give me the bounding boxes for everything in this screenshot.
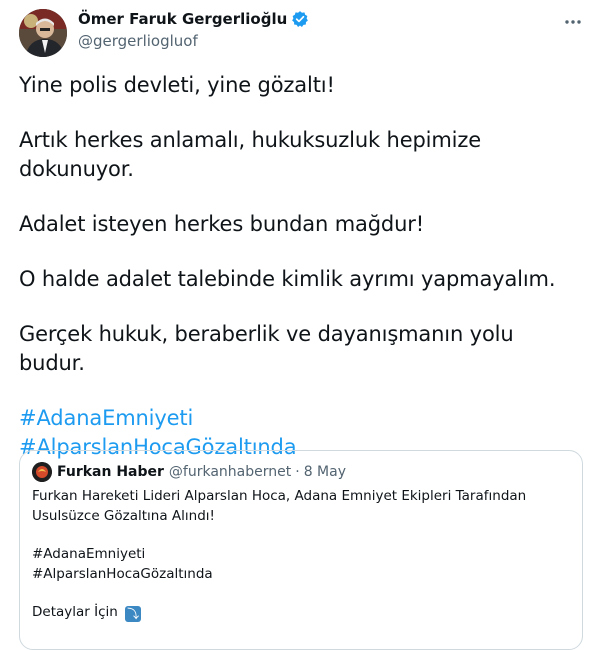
- quoted-author-avatar: [32, 462, 52, 482]
- separator-dot: ·: [295, 464, 300, 480]
- tweet-line: O halde adalet talebinde kimlik ayrımı y…: [19, 267, 556, 291]
- quoted-hashtag: #AdanaEmniyeti: [32, 546, 146, 562]
- author-name-text[interactable]: Ömer Faruk Gergerlioğlu: [78, 9, 287, 29]
- quoted-tweet-text: Furkan Hareketi Lideri Alparslan Hoca, A…: [32, 486, 562, 622]
- quoted-tweet-header: Furkan Haber @furkanhabernet · 8 May: [32, 462, 346, 482]
- author-avatar[interactable]: [19, 9, 67, 57]
- author-name[interactable]: Ömer Faruk Gergerlioğlu: [78, 9, 309, 29]
- tweet-line: Gerçek hukuk, beraberlik ve dayanışmanın…: [19, 322, 514, 375]
- hashtag-link[interactable]: #AdanaEmniyeti: [19, 404, 579, 433]
- quoted-text: Furkan Hareketi Lideri Alparslan Hoca, A…: [32, 488, 527, 524]
- more-options-icon[interactable]: [562, 11, 584, 33]
- tweet-line: Adalet isteyen herkes bundan mağdur!: [19, 212, 425, 236]
- quoted-author-name: Furkan Haber: [57, 464, 164, 480]
- tweet-text: Yine polis devleti, yine gözaltı! Artık …: [19, 71, 579, 462]
- quoted-details-line: Detaylar İçin ⤵: [32, 602, 562, 622]
- verified-badge-icon: [291, 10, 309, 28]
- tweet-line: Yine polis devleti, yine gözaltı!: [19, 73, 335, 97]
- quoted-tweet-card[interactable]: Furkan Haber @furkanhabernet · 8 May Fur…: [19, 450, 583, 650]
- quoted-author-handle: @furkanhabernet: [168, 464, 292, 480]
- quoted-tweet-date[interactable]: 8 May: [304, 463, 346, 481]
- quoted-details-text: Detaylar İçin: [32, 604, 118, 620]
- quoted-hashtag: #AlparslanHocaGözaltında: [32, 566, 213, 582]
- tweet-line: Artık herkes anlamalı, hukuksuzluk hepim…: [19, 128, 481, 181]
- author-handle[interactable]: @gergerliogluof: [78, 31, 198, 51]
